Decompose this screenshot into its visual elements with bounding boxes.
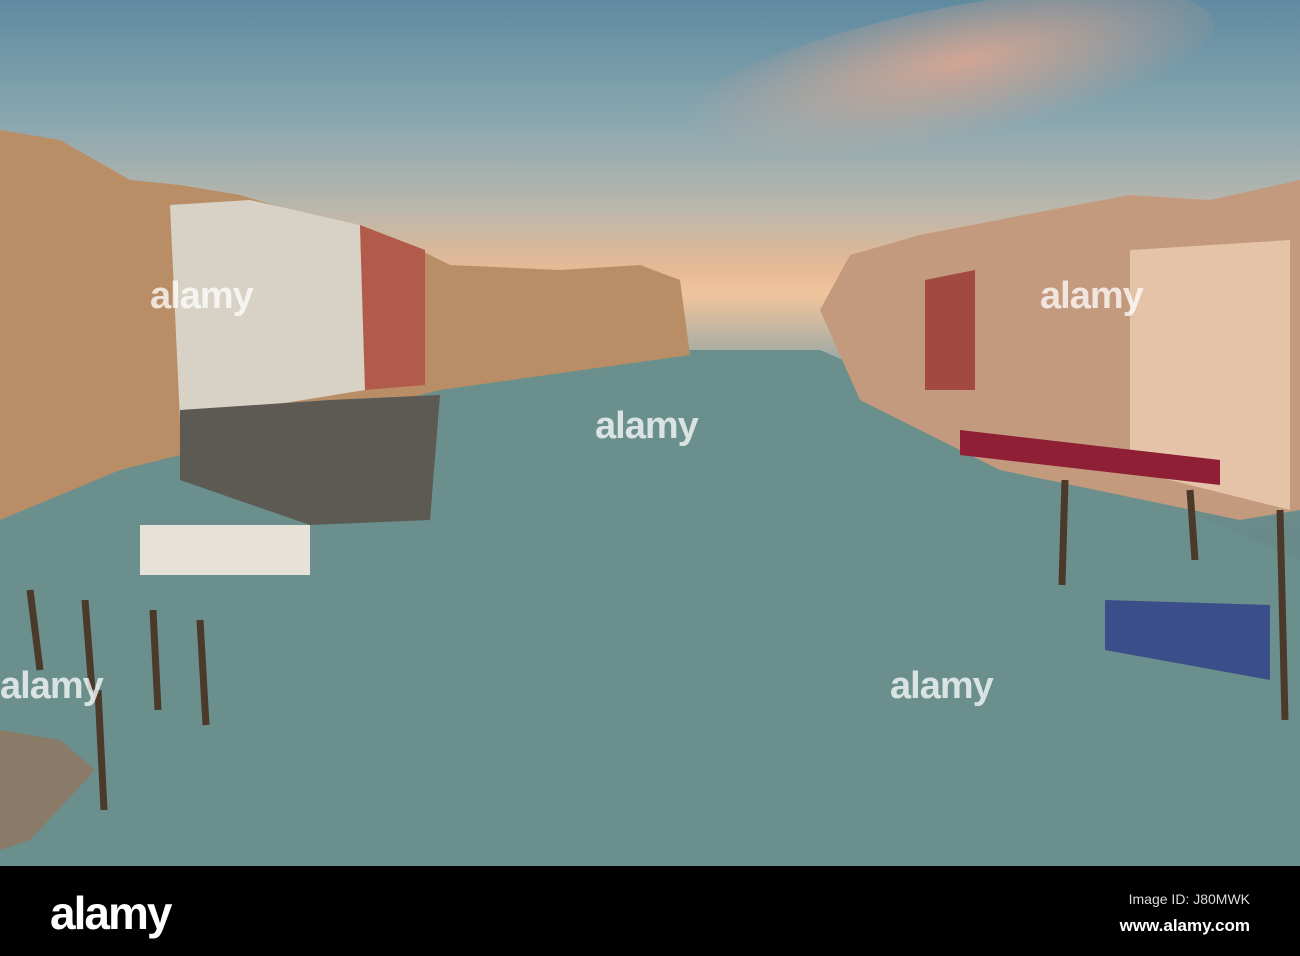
red-palazzo — [360, 225, 425, 390]
watermark: alamy — [595, 405, 699, 447]
watermark: alamy — [1040, 275, 1144, 317]
moored-boat — [140, 525, 310, 575]
image-id: Image ID: J80MWK — [1128, 891, 1250, 907]
red-facade — [925, 270, 975, 390]
watermark: alamy — [0, 665, 104, 707]
footer-bar: alamy Image ID: J80MWK www.alamy.com — [0, 866, 1300, 956]
watermark: alamy — [890, 665, 994, 707]
alamy-logo: alamy — [50, 887, 172, 939]
website-link[interactable]: www.alamy.com — [1120, 916, 1250, 936]
watermark: alamy — [150, 275, 254, 317]
canal-photo: alamy alamy alamy alamy alamy — [0, 0, 1300, 866]
